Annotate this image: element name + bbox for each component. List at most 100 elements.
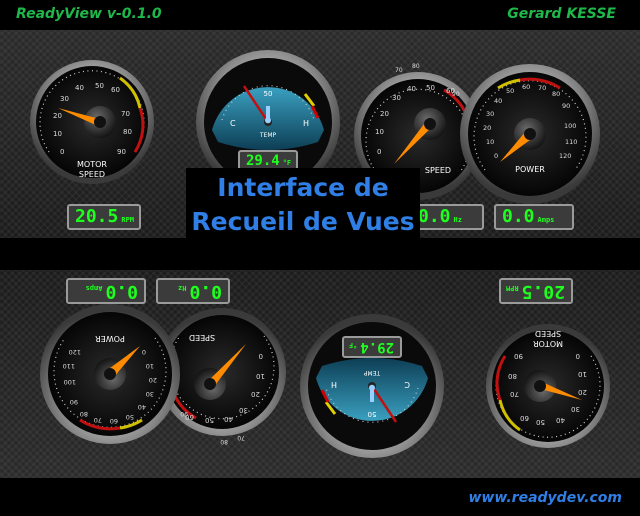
- rpm-display-unit: RPM: [505, 284, 519, 292]
- motor-tick-20: 20: [578, 388, 587, 396]
- rpm-display-mirrored: 20.5RPM: [499, 278, 573, 304]
- motor-tick-80: 80: [508, 372, 517, 380]
- speed-tick-50: 50: [205, 416, 214, 424]
- motor-label-2: SPEED: [79, 170, 105, 179]
- power-tick-40: 40: [138, 403, 146, 411]
- speed-tick-20: 20: [251, 390, 260, 398]
- temp-display-value: 29.4: [360, 339, 394, 355]
- motor-tick-0: 0: [60, 148, 64, 156]
- speed-label: SPEED: [189, 333, 215, 342]
- temp-scale-50: 50: [368, 410, 377, 418]
- power-tick-50: 50: [506, 87, 514, 95]
- power-tick-70: 70: [94, 416, 102, 424]
- speed-tick-70: 70: [395, 67, 403, 74]
- power-tick-120: 120: [69, 348, 81, 356]
- power-tick-90: 90: [70, 398, 78, 406]
- banner-line-2: Recueil de Vues: [191, 207, 415, 236]
- author-name: Gerard KESSE: [507, 6, 616, 22]
- power-gauge: 0 10 20 30 40 50 60 70 80 90 100 110 120…: [460, 64, 600, 204]
- motor-tick-70: 70: [121, 110, 130, 118]
- speed-tick-0: 0: [377, 148, 381, 156]
- footer-link[interactable]: www.readydev.com: [468, 490, 622, 506]
- power-tick-100: 100: [564, 122, 576, 130]
- motor-tick-60: 60: [111, 86, 120, 94]
- speed-tick-80: 80: [220, 438, 228, 445]
- speed-tick-90: 90: [180, 410, 188, 417]
- temp-display-value: 29.4: [246, 153, 280, 169]
- rpm-display: 20.5 RPM: [67, 204, 141, 230]
- power-tick-70: 70: [538, 84, 546, 92]
- hz-display: 0.0 Hz: [410, 204, 484, 230]
- rpm-display-value: 20.5: [521, 281, 565, 302]
- power-tick-60: 60: [522, 83, 530, 91]
- motor-tick-0: 0: [576, 352, 580, 360]
- temp-label: TEMP: [259, 132, 277, 139]
- motor-tick-10: 10: [578, 370, 587, 378]
- temp-display-mirrored: 29.4°F: [342, 336, 402, 358]
- power-tick-110: 110: [565, 138, 577, 146]
- temp-label: TEMP: [364, 369, 382, 376]
- speed-tick-20: 20: [380, 110, 389, 118]
- speed-tick-0: 0: [259, 352, 263, 360]
- power-gauge-mirrored: 0 10 20 30 40 50 60 70 80 90 100 110 120…: [40, 304, 180, 444]
- power-tick-110: 110: [63, 362, 75, 370]
- speed-label: SPEED: [425, 166, 451, 175]
- hz-display-unit: Hz: [178, 284, 187, 292]
- temp-scale-c: C: [230, 119, 236, 128]
- power-tick-30: 30: [146, 390, 154, 398]
- speed-tick-40: 40: [407, 85, 416, 93]
- power-tick-40: 40: [494, 97, 502, 105]
- motor-tick-40: 40: [75, 84, 84, 92]
- motor-tick-20: 20: [53, 112, 62, 120]
- speed-tick-30: 30: [239, 406, 248, 414]
- speed-tick-40: 40: [224, 415, 233, 423]
- power-tick-50: 50: [126, 413, 134, 421]
- speed-tick-30: 30: [392, 94, 401, 102]
- speed-tick-90: 90: [452, 91, 460, 98]
- motor-tick-50: 50: [536, 418, 545, 426]
- motor-label-2: SPEED: [535, 329, 561, 338]
- speed-tick-10: 10: [256, 372, 265, 380]
- power-tick-90: 90: [562, 102, 570, 110]
- power-label: POWER: [95, 334, 125, 343]
- temp-scale-50: 50: [264, 90, 273, 98]
- app-title: ReadyView v-0.1.0: [16, 6, 162, 22]
- power-tick-0: 0: [494, 152, 498, 160]
- speed-tick-50: 50: [426, 84, 435, 92]
- temp-scale-h: H: [331, 380, 337, 389]
- hz-display-unit: Hz: [453, 216, 462, 224]
- amps-display-value: 0.0: [502, 206, 535, 227]
- power-tick-120: 120: [559, 152, 571, 160]
- amps-display: 0.0 Amps: [494, 204, 574, 230]
- amps-display-value: 0.0: [105, 281, 138, 302]
- motor-label-1: MOTOR: [533, 339, 563, 348]
- banner-line-1: Interface de: [217, 173, 389, 202]
- amps-display-mirrored: 0.0Amps: [66, 278, 146, 304]
- power-tick-30: 30: [486, 110, 494, 118]
- motor-tick-30: 30: [571, 405, 580, 413]
- temp-scale-h: H: [303, 119, 309, 128]
- speed-tick-10: 10: [375, 128, 384, 136]
- power-tick-10: 10: [146, 362, 154, 370]
- hz-display-value: 0.0: [418, 206, 451, 227]
- power-tick-100: 100: [64, 378, 76, 386]
- motor-tick-10: 10: [53, 130, 62, 138]
- rpm-display-unit: RPM: [121, 216, 135, 224]
- motor-speed-gauge: 0 10 20 30 40 50 60 70 80 90 MOTOR SPEED: [30, 60, 154, 184]
- amps-display-unit: Amps: [85, 284, 103, 292]
- temp-display-unit: °F: [348, 341, 358, 349]
- motor-tick-80: 80: [123, 128, 132, 136]
- amps-display-unit: Amps: [537, 216, 555, 224]
- temp-display-unit: °F: [282, 159, 292, 167]
- title-banner: Interface de Recueil de Vues: [186, 168, 420, 242]
- power-tick-20: 20: [483, 124, 491, 132]
- motor-tick-90: 90: [117, 148, 126, 156]
- motor-speed-gauge-mirrored: 0 10 20 30 40 50 60 70 80 90 MOTOR SPEED: [486, 324, 610, 448]
- hz-display-mirrored: 0.0Hz: [156, 278, 230, 304]
- hz-display-value: 0.0: [189, 281, 222, 302]
- power-tick-10: 10: [486, 138, 494, 146]
- power-tick-60: 60: [110, 417, 118, 425]
- power-label: POWER: [515, 165, 545, 174]
- motor-label-1: MOTOR: [77, 160, 107, 169]
- dashboard-panel-bottom: 0 10 20 30 40 50 60 70 80 90 MOTOR SPEED…: [0, 270, 640, 478]
